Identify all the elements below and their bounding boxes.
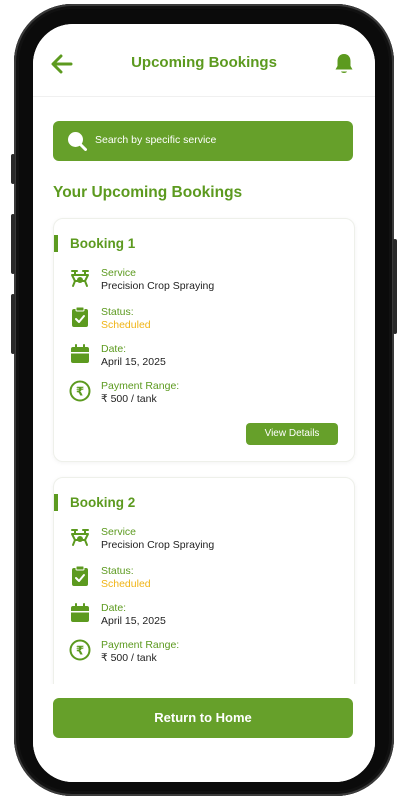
clipboard-check-icon — [72, 306, 88, 327]
page-title: Upcoming Bookings — [131, 54, 277, 71]
view-details-button[interactable]: View Details — [246, 423, 338, 445]
volume-up-button — [11, 214, 15, 274]
status-value: Scheduled — [101, 319, 151, 331]
payment-value: ₹ 500 / tank — [101, 652, 157, 664]
power-button — [393, 239, 397, 334]
card-accent-bar — [54, 494, 58, 511]
booking-title: Booking 2 — [70, 495, 136, 510]
service-label: Service — [101, 267, 137, 279]
status-label: Status: — [101, 306, 134, 318]
status-label: Status: — [101, 565, 134, 577]
date-value: April 15, 2025 — [101, 356, 166, 368]
search-bar[interactable]: Search by specific service — [53, 121, 353, 161]
app-screen: Upcoming Bookings Search by specific ser… — [33, 24, 375, 782]
payment-label: Payment Range: — [101, 639, 180, 651]
date-row: Date: April 15, 2025 — [69, 343, 339, 375]
calendar-icon — [71, 603, 89, 622]
status-value: Scheduled — [101, 578, 151, 590]
drone-icon — [71, 529, 89, 546]
service-label: Service — [101, 526, 137, 538]
date-label: Date: — [101, 343, 127, 355]
drone-icon — [71, 270, 89, 287]
service-row: Service Precision Crop Spraying — [69, 267, 339, 299]
payment-row: ₹ Payment Range: ₹ 500 / tank — [69, 380, 339, 412]
calendar-icon — [71, 344, 89, 363]
rupee-coin-icon: ₹ — [69, 380, 91, 402]
payment-row: ₹ Payment Range: ₹ 500 / tank — [69, 639, 339, 671]
clipboard-check-icon — [72, 565, 88, 586]
service-row: Service Precision Crop Spraying — [69, 526, 339, 558]
payment-label: Payment Range: — [101, 380, 180, 392]
return-home-button[interactable]: Return to Home — [53, 698, 353, 738]
payment-value: ₹ 500 / tank — [101, 393, 157, 405]
service-value: Precision Crop Spraying — [101, 539, 215, 551]
status-row: Status: Scheduled — [69, 306, 339, 338]
date-value: April 15, 2025 — [101, 615, 166, 627]
booking-card: Booking 1 Service Precision Crop Sprayin… — [53, 218, 355, 462]
status-row: Status: Scheduled — [69, 565, 339, 597]
rupee-coin-icon: ₹ — [69, 639, 91, 661]
date-row: Date: April 15, 2025 — [69, 602, 339, 634]
app-header: Upcoming Bookings — [33, 24, 375, 97]
booking-title: Booking 1 — [70, 236, 136, 251]
service-value: Precision Crop Spraying — [101, 280, 215, 292]
svg-text:₹: ₹ — [76, 644, 84, 658]
notification-bell-icon[interactable] — [333, 52, 355, 76]
section-title: Your Upcoming Bookings — [53, 184, 243, 201]
mute-switch — [11, 154, 15, 184]
volume-down-button — [11, 294, 15, 354]
svg-text:₹: ₹ — [76, 385, 84, 399]
card-accent-bar — [54, 235, 58, 252]
date-label: Date: — [101, 602, 127, 614]
search-icon — [68, 132, 87, 151]
search-input[interactable]: Search by specific service — [95, 134, 216, 146]
